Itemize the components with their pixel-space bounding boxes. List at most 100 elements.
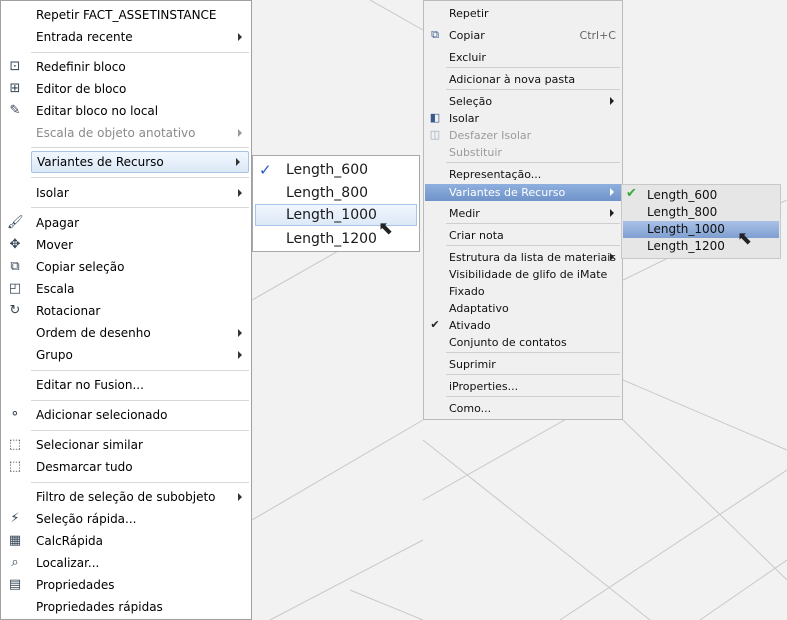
rotate-icon: ↻ [9,303,21,318]
menu-item-label: CalcRápida [36,534,104,548]
menu-item-resource-variants[interactable]: Variantes de Recurso [425,184,621,201]
menu-item-copy[interactable]: ⧉ Copiar Ctrl+C [425,27,621,44]
submenu-arrow-icon [238,129,242,137]
submenu-item-length-1200[interactable]: Length_1200 [623,238,779,255]
menu-item-scale[interactable]: ◰ Escala [2,278,251,300]
menu-item-subobject-filter[interactable]: Filtro de seleção de subobjeto [2,486,251,508]
menu-item-rotate[interactable]: ↻ Rotacionar [2,300,251,322]
menu-item-edit-in-fusion[interactable]: Editar no Fusion... [2,374,251,396]
menu-item-group[interactable]: Grupo [2,344,251,366]
submenu-arrow-icon [610,253,614,261]
menu-item-label: Estrutura da lista de materiais [449,251,617,264]
menu-item-label: Escala [36,282,75,296]
menu-item-label: Representação... [449,168,542,181]
undo-isolate-icon: ◫ [429,128,441,141]
menu-item-undo-isolate: ◫ Desfazer Isolar [425,127,621,144]
menu-item-create-note[interactable]: Criar nota [425,227,621,244]
menu-item-label: Filtro de seleção de subobjeto [36,490,216,504]
menu-item-selection[interactable]: Seleção [425,93,621,110]
menu-item-quick-calc[interactable]: ▦ CalcRápida [2,530,251,552]
menu-item-label: Repetir [449,7,489,20]
menu-item-adaptive[interactable]: Adaptativo [425,300,621,317]
menu-item-deselect-all[interactable]: ⬚ Desmarcar tudo [2,456,251,478]
submenu-arrow-icon [238,351,242,359]
menu-item-block-editor[interactable]: ⊞ Editor de bloco [2,78,251,100]
menu-item-isolate[interactable]: ◧ Isolar [425,110,621,127]
menu-item-label: Adicionar selecionado [36,408,168,422]
menu-item-find[interactable]: ⌕ Localizar... [2,552,251,574]
menu-item-bom-structure[interactable]: Estrutura da lista de materiais [425,249,621,266]
shortcut-label: Ctrl+C [579,29,616,42]
menu-item-label: Medir [449,207,480,220]
submenu-item-length-1000[interactable]: Length_1000 [623,221,779,238]
submenu-item-label: Length_1000 [286,207,377,223]
menu-item-label: Grupo [36,348,73,362]
submenu-item-length-600[interactable]: ✓ Length_600 [255,159,417,181]
context-menu-autocad: Repetir FACT_ASSETINSTANCE Entrada recen… [0,0,252,620]
move-icon: ✥ [9,237,21,252]
menu-item-edit-block-inplace[interactable]: ✎ Editar bloco no local [2,100,251,122]
menu-item-quick-properties[interactable]: Propriedades rápidas [2,596,251,618]
menu-item-measure[interactable]: Medir [425,205,621,222]
menu-item-label: Fixado [449,285,485,298]
menu-item-label: Visibilidade de glifo de iMate [449,268,608,281]
submenu-item-length-600[interactable]: ✔ Length_600 [623,186,779,204]
menu-item-label: Propriedades rápidas [36,600,163,614]
menu-item-enabled[interactable]: ✔ Ativado [425,317,621,334]
menu-item-label: Copiar seleção [36,260,125,274]
menu-separator [31,177,249,178]
menu-item-select-similar[interactable]: ⬚ Selecionar similar [2,434,251,456]
menu-item-label: Seleção [449,95,493,108]
submenu-item-label: Length_800 [647,205,718,219]
menu-item-redefine-block[interactable]: ⊡ Redefinir bloco [2,56,251,78]
menu-item-label: Selecionar similar [36,438,143,452]
menu-separator [31,370,249,371]
redefine-block-icon: ⊡ [9,59,21,74]
find-icon: ⌕ [11,555,19,570]
menu-item-move[interactable]: ✥ Mover [2,234,251,256]
menu-item-suppress[interactable]: Suprimir [425,356,621,373]
menu-item-label: Criar nota [449,229,504,242]
menu-item-draw-order[interactable]: Ordem de desenho [2,322,251,344]
menu-item-label: Conjunto de contatos [449,336,567,349]
menu-item-label: Escala de objeto anotativo [36,126,196,140]
menu-item-label: Seleção rápida... [36,512,137,526]
menu-item-label: Apagar [36,216,80,230]
menu-separator [446,89,620,90]
menu-item-label: Localizar... [36,556,100,570]
menu-item-imate-glyph-visibility[interactable]: Visibilidade de glifo de iMate [425,266,621,283]
menu-item-representation[interactable]: Representação... [425,166,621,183]
menu-item-properties[interactable]: ▤ Propriedades [2,574,251,596]
menu-item-copy-selection[interactable]: ⧉ Copiar seleção [2,256,251,278]
menu-item-grounded[interactable]: Fixado [425,283,621,300]
quick-calc-icon: ▦ [8,533,22,548]
menu-item-delete[interactable]: Excluir [425,49,621,66]
menu-item-isolate[interactable]: Isolar [2,182,251,204]
menu-item-label: Copiar [449,29,485,42]
menu-item-repeat[interactable]: Repetir [425,5,621,22]
menu-item-annotative-scale: Escala de objeto anotativo [2,122,251,144]
menu-item-label: Entrada recente [36,30,133,44]
copy-selection-icon: ⧉ [10,259,20,274]
check-icon: ✔ [430,318,440,331]
menu-item-label: Isolar [36,186,69,200]
menu-separator [31,207,249,208]
menu-item-contact-set[interactable]: Conjunto de contatos [425,334,621,351]
menu-item-quick-select[interactable]: ⚡ Seleção rápida... [2,508,251,530]
menu-item-add-selected[interactable]: ⚬ Adicionar selecionado [2,404,251,426]
menu-item-label: Ativado [449,319,491,332]
menu-item-iproperties[interactable]: iProperties... [425,378,621,395]
check-icon: ✔ [626,186,637,201]
scale-icon: ◰ [8,281,22,296]
menu-item-repeat[interactable]: Repetir FACT_ASSETINSTANCE [2,4,251,26]
menu-item-recent-input[interactable]: Entrada recente [2,26,251,48]
menu-item-erase[interactable]: 🖌 Apagar [2,212,251,234]
menu-item-resource-variants[interactable]: Variantes de Recurso [31,151,249,173]
menu-separator [31,482,249,483]
submenu-item-length-800[interactable]: Length_800 [623,204,779,221]
submenu-item-length-800[interactable]: Length_800 [255,182,417,204]
menu-item-how-to[interactable]: Como... [425,400,621,417]
menu-item-label: Editar no Fusion... [36,378,144,392]
menu-item-add-to-new-folder[interactable]: Adicionar à nova pasta [425,71,621,88]
add-selected-icon: ⚬ [9,407,21,422]
